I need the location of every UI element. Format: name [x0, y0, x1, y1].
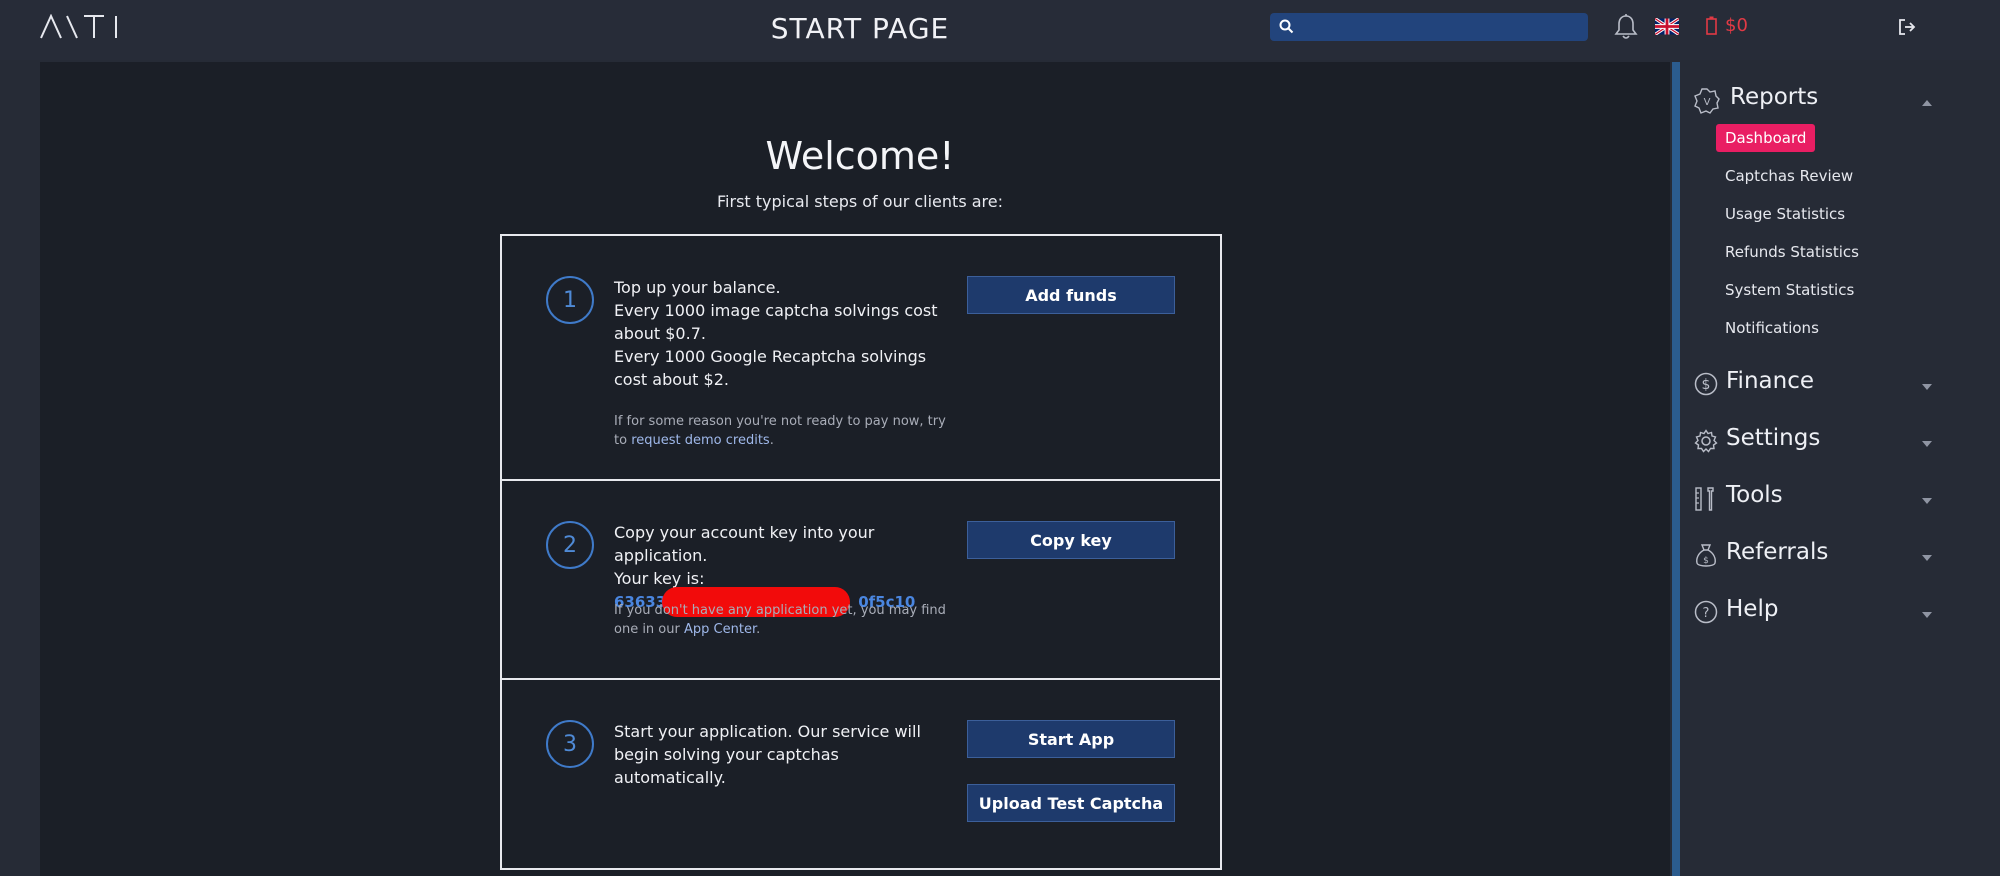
chevron-down-icon: [1922, 498, 1932, 504]
dollar-icon: $: [1694, 372, 1718, 396]
copy-key-button[interactable]: Copy key: [967, 521, 1175, 559]
chevron-down-icon: [1922, 612, 1932, 618]
upload-test-captcha-button[interactable]: Upload Test Captcha: [967, 784, 1175, 822]
sidebar-section-tools[interactable]: Tools: [1694, 480, 1974, 520]
sidebar-item-captchas-review[interactable]: Captchas Review: [1716, 162, 1862, 190]
steps-panel: 1 Top up your balance. Every 1000 image …: [500, 234, 1222, 870]
step-description: Start your application. Our service will…: [614, 720, 954, 789]
search-box[interactable]: [1270, 13, 1588, 41]
sidebar-section-help[interactable]: ? Help: [1694, 594, 1974, 634]
step-line: Every 1000 Google Recaptcha solvings cos…: [614, 347, 927, 389]
step-2: 2 Copy your account key into your applic…: [502, 481, 1220, 680]
balance-amount: $0: [1725, 15, 1748, 36]
welcome-subtitle: First typical steps of our clients are:: [717, 192, 1003, 211]
sidebar-item-usage-statistics[interactable]: Usage Statistics: [1716, 200, 1854, 228]
step-number: 2: [546, 521, 594, 569]
sidebar-item-dashboard[interactable]: Dashboard: [1716, 124, 1816, 152]
svg-text:?: ?: [1703, 606, 1710, 621]
sidebar-divider: [1672, 62, 1680, 876]
note-suffix: .: [769, 433, 774, 448]
sidebar-item-system-statistics[interactable]: System Statistics: [1716, 276, 1863, 304]
money-bag-icon: $: [1696, 544, 1716, 567]
step-3: 3 Start your application. Our service wi…: [502, 680, 1220, 868]
add-funds-button[interactable]: Add funds: [967, 276, 1175, 314]
step-note: If for some reason you're not ready to p…: [614, 412, 954, 450]
uk-flag-icon[interactable]: [1655, 18, 1679, 35]
step-line: Start your application. Our service will…: [614, 722, 921, 787]
sidebar-section-finance[interactable]: $ Finance: [1694, 366, 1974, 406]
note-text: If you don't have any application yet, y…: [614, 603, 946, 637]
app-center-link[interactable]: App Center: [684, 622, 756, 637]
step-note: If you don't have any application yet, y…: [614, 601, 954, 639]
logout-icon[interactable]: [1897, 17, 1917, 37]
balance-indicator[interactable]: $0: [1706, 15, 1748, 36]
request-demo-credits-link[interactable]: request demo credits: [631, 433, 770, 448]
bell-icon[interactable]: [1613, 13, 1639, 41]
search-icon: [1279, 19, 1294, 34]
step-line: Every 1000 image captcha solvings cost a…: [614, 301, 938, 343]
step-number: 3: [546, 720, 594, 768]
sidebar: V Reports Dashboard Captchas Review Usag…: [1680, 62, 2000, 876]
sidebar-item-refunds-statistics[interactable]: Refunds Statistics: [1716, 238, 1868, 266]
step-line: Copy your account key into your applicat…: [614, 523, 875, 565]
reports-badge-icon: V: [1694, 88, 1720, 114]
battery-icon: [1706, 16, 1717, 35]
tools-icon: [1695, 487, 1714, 511]
top-bar: START PAGE $0: [0, 0, 2000, 60]
chevron-down-icon: [1922, 441, 1932, 447]
sidebar-item-notifications[interactable]: Notifications: [1716, 314, 1828, 342]
step-line: Top up your balance.: [614, 278, 781, 297]
sidebar-section-label: Help: [1726, 596, 1779, 622]
main-content: Welcome! First typical steps of our clie…: [40, 62, 1670, 876]
chevron-down-icon: [1922, 555, 1932, 561]
sidebar-section-label: Settings: [1726, 425, 1821, 451]
chevron-up-icon: [1922, 100, 1932, 106]
sidebar-section-settings[interactable]: Settings: [1694, 423, 1974, 463]
sidebar-section-label: Reports: [1730, 84, 1819, 110]
svg-text:V: V: [1704, 97, 1711, 108]
sidebar-section-label: Tools: [1726, 482, 1783, 508]
search-input[interactable]: [1300, 16, 1584, 40]
start-app-button[interactable]: Start App: [967, 720, 1175, 758]
step-number: 1: [546, 276, 594, 324]
question-icon: ?: [1694, 600, 1718, 624]
step-description: Top up your balance. Every 1000 image ca…: [614, 276, 954, 391]
svg-text:$: $: [1702, 377, 1711, 393]
chevron-down-icon: [1922, 384, 1932, 390]
welcome-title: Welcome!: [765, 134, 955, 178]
sidebar-section-label: Referrals: [1726, 539, 1829, 565]
sidebar-section-referrals[interactable]: $ Referrals: [1694, 537, 1974, 577]
note-suffix: .: [756, 622, 761, 637]
step-1: 1 Top up your balance. Every 1000 image …: [502, 236, 1220, 481]
svg-text:$: $: [1703, 556, 1709, 566]
sidebar-section-reports[interactable]: V Reports: [1694, 82, 1974, 122]
sidebar-section-label: Finance: [1726, 368, 1814, 394]
gear-icon: [1694, 429, 1718, 453]
